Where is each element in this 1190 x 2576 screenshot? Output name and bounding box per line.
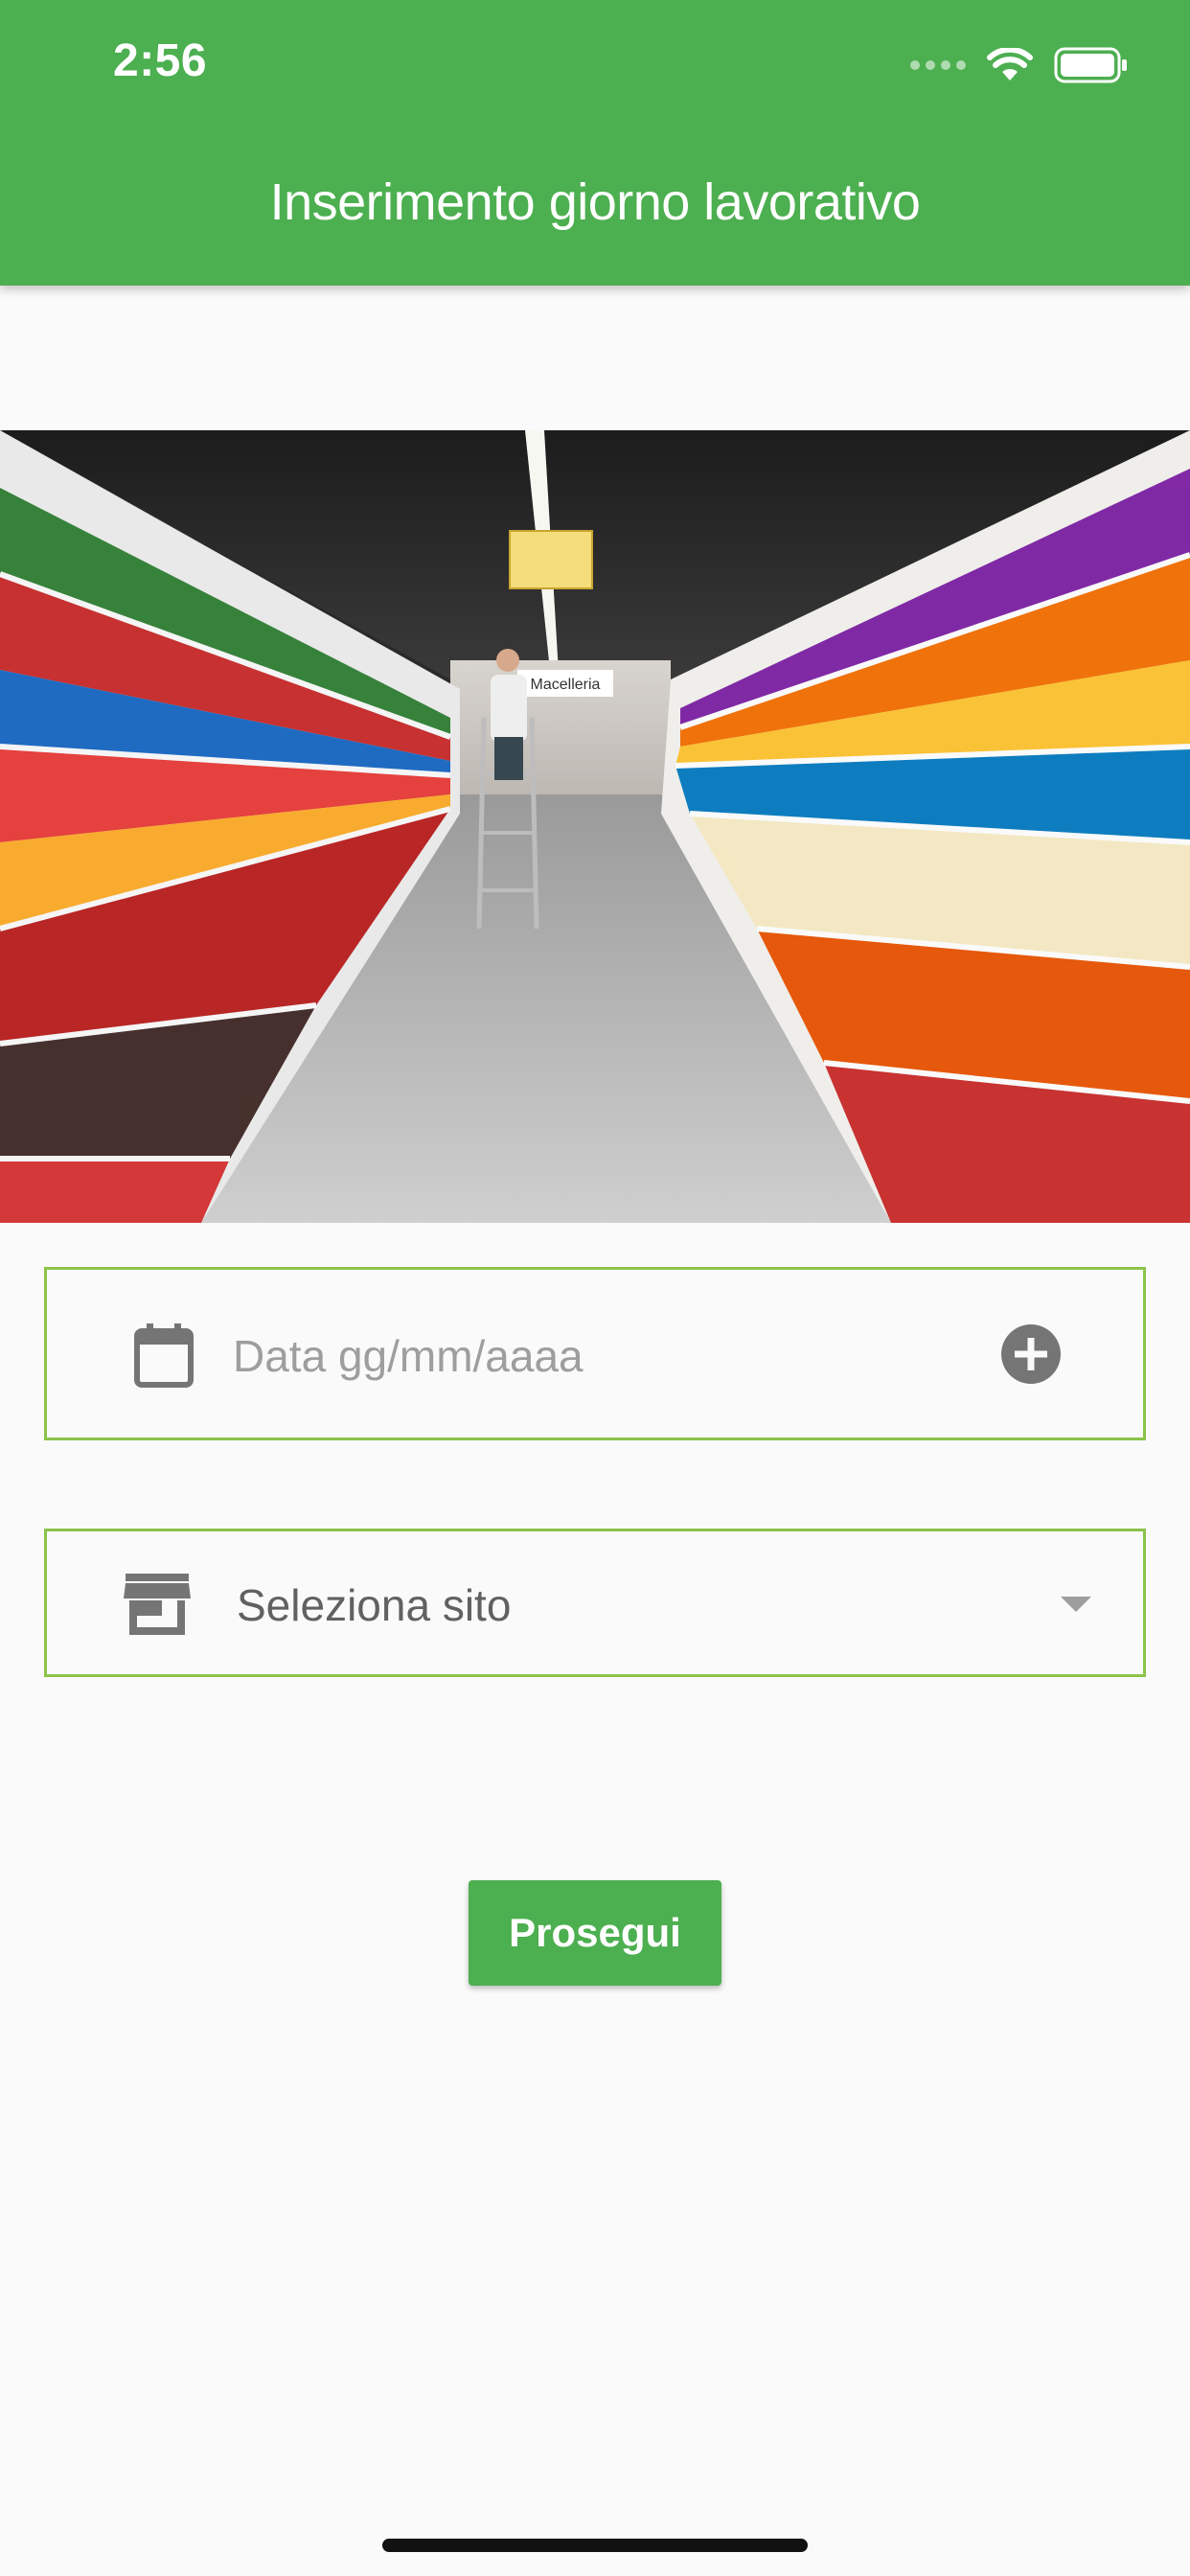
page-title: Inserimento giorno lavorativo [269,173,921,231]
svg-text:Macelleria: Macelleria [531,677,601,693]
status-time: 2:56 [113,35,208,86]
add-circle-icon[interactable] [1001,1324,1061,1384]
status-icons [910,44,1129,86]
calendar-icon [134,1323,194,1388]
date-placeholder: Data gg/mm/aaaa [233,1331,584,1381]
battery-icon [1054,47,1127,83]
home-indicator[interactable] [382,2539,808,2552]
date-field[interactable]: Data gg/mm/aaaa [44,1267,1146,1440]
site-placeholder: Seleziona sito [237,1580,512,1630]
wifi-icon [987,48,1033,80]
proceed-button[interactable]: Prosegui [469,1880,721,1986]
site-select[interactable]: Seleziona sito [44,1529,1146,1677]
hero-image: Macelleria [0,430,1190,1223]
app-bar: 2:56 Inserimento giorno lavorativo [0,0,1190,286]
signal-dots-icon [910,60,966,70]
store-icon [124,1574,191,1635]
screen: 2:56 Inserimento giorno lavorativo Macel… [0,0,1190,2576]
dropdown-arrow-icon[interactable] [1061,1597,1091,1612]
